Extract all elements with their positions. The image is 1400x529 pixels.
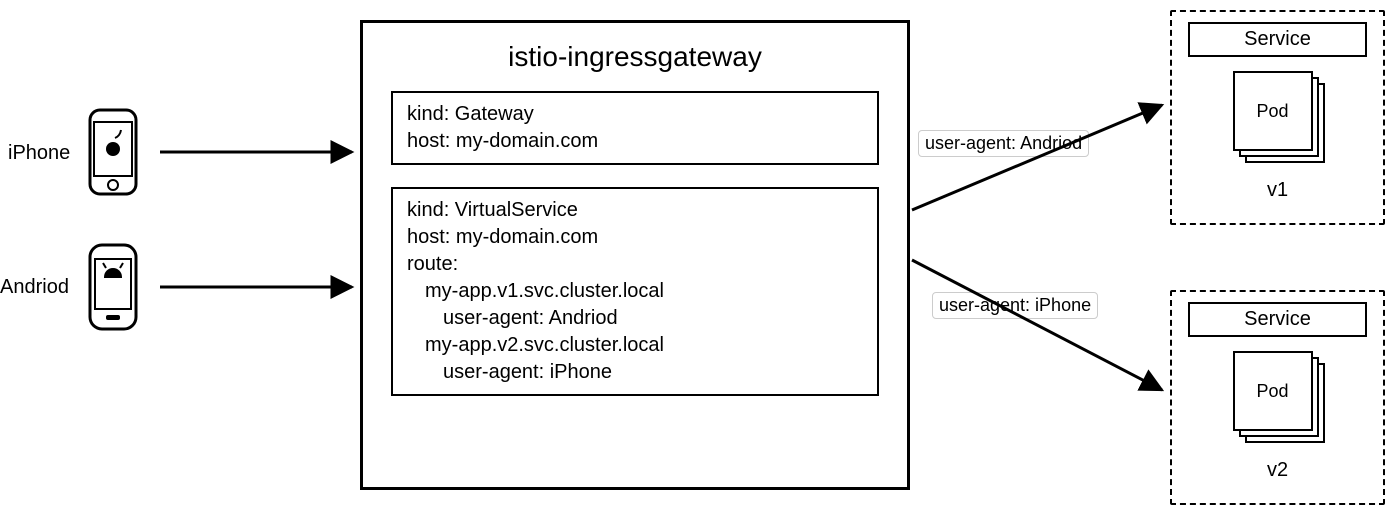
pod-label: Pod xyxy=(1233,71,1313,151)
vs-line: kind: VirtualService xyxy=(407,197,863,224)
client-iphone-label: iPhone xyxy=(8,142,70,165)
vs-line: route: xyxy=(407,251,863,278)
version-label-v1: v1 xyxy=(1172,179,1383,202)
vs-route-line: my-app.v2.svc.cluster.local xyxy=(407,332,863,359)
virtualservice-spec-box: kind: VirtualService host: my-domain.com… xyxy=(391,187,879,396)
service-header: Service xyxy=(1188,22,1367,57)
gateway-spec-box: kind: Gateway host: my-domain.com xyxy=(391,91,879,165)
pod-stack-icon: Pod xyxy=(1233,71,1323,161)
diagram-canvas: iPhone Andriod user-agent: Andriod user-… xyxy=(0,0,1400,529)
gateway-spec-line: host: my-domain.com xyxy=(407,128,863,155)
arrow-gateway-to-v2 xyxy=(912,260,1162,390)
vs-route-line: my-app.v1.svc.cluster.local xyxy=(407,278,863,305)
vs-route-ua-line: user-agent: iPhone xyxy=(407,359,863,386)
client-android-label: Andriod xyxy=(0,276,69,299)
edge-label-iphone: user-agent: iPhone xyxy=(932,292,1098,319)
service-group-v2: Service Pod v2 xyxy=(1170,290,1385,505)
ingressgateway-box: istio-ingressgateway kind: Gateway host:… xyxy=(360,20,910,490)
edge-label-android: user-agent: Andriod xyxy=(918,130,1089,157)
service-group-v1: Service Pod v1 xyxy=(1170,10,1385,225)
arrow-gateway-to-v1 xyxy=(912,105,1162,210)
pod-label: Pod xyxy=(1233,351,1313,431)
pod-stack-icon: Pod xyxy=(1233,351,1323,441)
ingressgateway-title: istio-ingressgateway xyxy=(363,41,907,73)
android-icon xyxy=(90,245,136,329)
vs-route-ua-line: user-agent: Andriod xyxy=(407,305,863,332)
version-label-v2: v2 xyxy=(1172,459,1383,482)
gateway-spec-line: kind: Gateway xyxy=(407,101,863,128)
iphone-icon xyxy=(90,110,136,194)
vs-line: host: my-domain.com xyxy=(407,224,863,251)
service-header: Service xyxy=(1188,302,1367,337)
